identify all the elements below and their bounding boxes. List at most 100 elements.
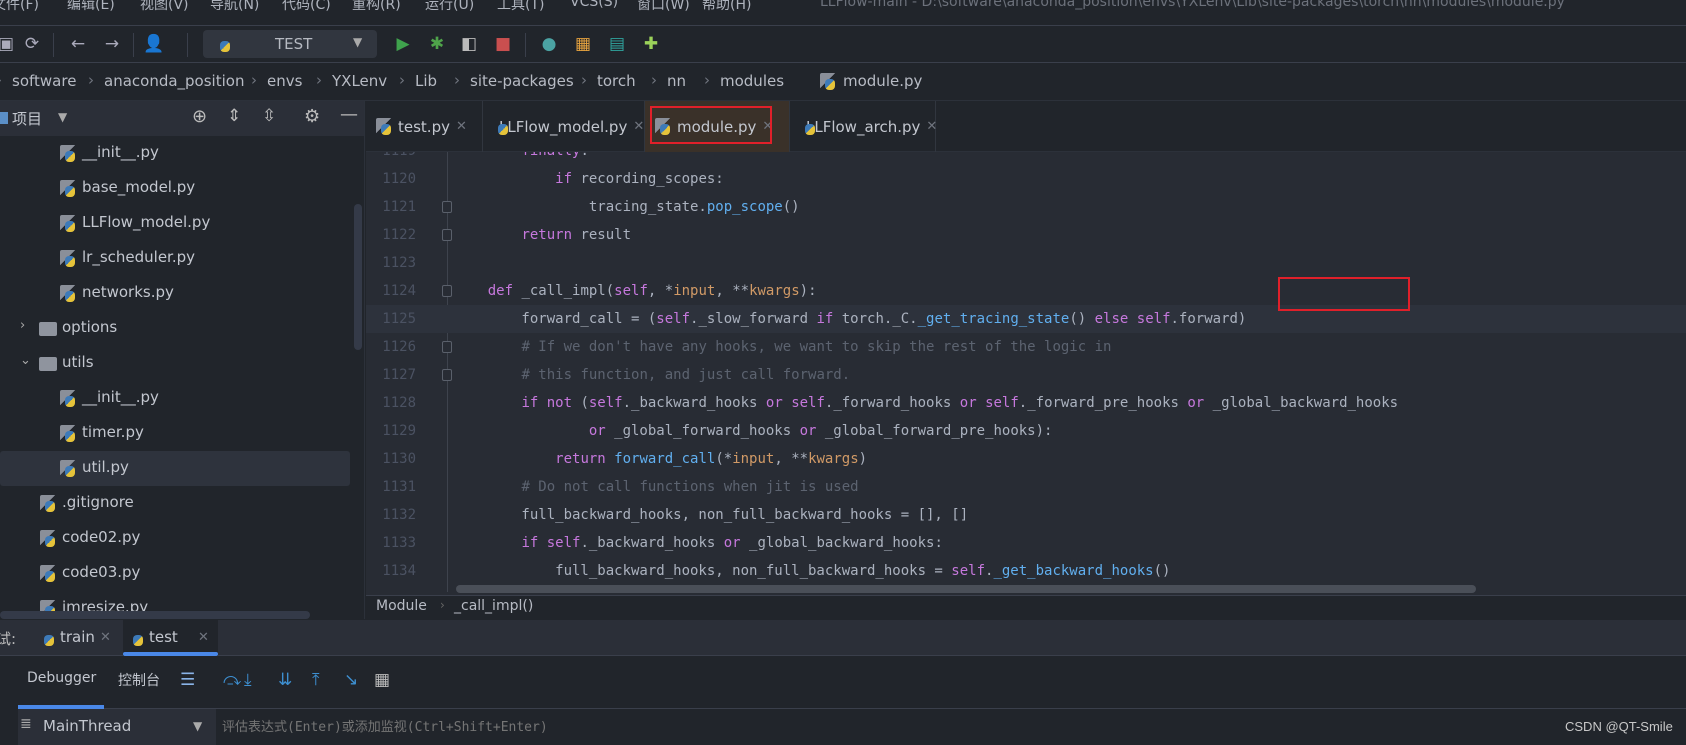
chevron-down-icon[interactable]: ▼ — [58, 110, 67, 124]
menu-item[interactable]: 帮助(H) — [702, 0, 751, 14]
fold-marker-icon[interactable] — [442, 369, 452, 381]
fold-marker-icon[interactable] — [442, 229, 452, 241]
tab-test-py[interactable]: test.py ✕ — [366, 101, 483, 152]
breadcrumb-item[interactable]: Lib — [415, 72, 437, 90]
chevron-right-icon[interactable]: › — [20, 318, 25, 333]
tree-item[interactable]: __init__.py — [0, 381, 350, 416]
code-breadcrumb-method[interactable]: _call_impl() — [454, 598, 533, 614]
code-text[interactable]: full_backward_hooks, non_full_backward_h… — [454, 501, 968, 529]
code-text[interactable]: forward_call = (self._slow_forward if to… — [454, 305, 1246, 333]
menu-item[interactable]: 代码(C) — [282, 0, 331, 14]
layout-icon[interactable]: ▦ — [571, 32, 595, 56]
thread-select[interactable]: ≣ MainThread ▼ — [18, 709, 216, 745]
line-number[interactable]: 1130 — [366, 445, 416, 473]
line-number[interactable]: 1123 — [366, 249, 416, 277]
line-number[interactable]: 1134 — [366, 557, 416, 585]
fold-marker-icon[interactable] — [442, 201, 452, 213]
tree-item[interactable]: timer.py — [0, 416, 350, 451]
show-execution-point-icon[interactable]: ⤼ — [223, 670, 241, 690]
tree-item[interactable]: util.py — [0, 451, 350, 486]
tab-console[interactable]: 控制台 — [118, 670, 160, 690]
tree-item[interactable]: __init__.py — [0, 136, 350, 171]
breadcrumb-item[interactable]: modules — [720, 72, 784, 90]
expand-all-icon[interactable]: ⇕ — [227, 106, 241, 126]
code-text[interactable]: # If we don't have any hooks, we want to… — [454, 333, 1111, 361]
minimize-icon[interactable]: — — [340, 104, 358, 125]
code-text[interactable]: return forward_call(*input, **kwargs) — [454, 445, 867, 473]
tree-item[interactable]: code03.py — [0, 556, 350, 591]
run-config-select[interactable]: TEST ▼ — [203, 30, 377, 58]
code-text[interactable]: finally: — [454, 152, 588, 165]
fold-marker-icon[interactable] — [442, 341, 452, 353]
breadcrumb-item[interactable]: torch — [597, 72, 636, 90]
code-text[interactable]: if not (self._backward_hooks or self._fo… — [454, 389, 1398, 417]
tree-item[interactable]: base_model.py — [0, 171, 350, 206]
menu-item[interactable]: 运行(U) — [425, 0, 474, 14]
line-number[interactable]: 1124 — [366, 277, 416, 305]
plugin-icon[interactable]: ✚ — [639, 32, 663, 56]
run-to-cursor-icon[interactable]: ↘ — [344, 670, 358, 690]
tree-item[interactable]: networks.py — [0, 276, 350, 311]
tab-llflow_arch-py[interactable]: LLFlow_arch.py ✕ — [790, 101, 937, 152]
tree-item[interactable]: › options — [0, 311, 350, 346]
jupyter-icon[interactable]: ▤ — [605, 32, 629, 56]
line-number[interactable]: 1126 — [366, 333, 416, 361]
sync-icon[interactable]: ⟳ — [20, 32, 44, 56]
code-text[interactable]: full_backward_hooks, non_full_backward_h… — [454, 557, 1170, 585]
line-number[interactable]: 1129 — [366, 417, 416, 445]
menu-item[interactable]: 工具(T) — [497, 0, 544, 14]
stop-icon[interactable]: ■ — [491, 32, 515, 56]
gear-icon[interactable]: ⚙ — [304, 106, 320, 127]
save-icon[interactable]: ▣ — [0, 32, 18, 56]
forward-icon[interactable]: → — [100, 32, 124, 56]
step-out-icon[interactable]: ⤒ — [312, 670, 320, 690]
run-icon[interactable]: ▶ — [391, 32, 415, 56]
debug-tab-train[interactable]: train ✕ — [34, 620, 124, 656]
line-number[interactable]: 1133 — [366, 529, 416, 557]
close-icon[interactable]: ✕ — [633, 119, 644, 134]
fold-marker-icon[interactable] — [442, 285, 452, 297]
code-text[interactable]: # Do not call functions when jit is used — [454, 473, 858, 501]
line-number[interactable]: 1122 — [366, 221, 416, 249]
close-icon[interactable]: ✕ — [456, 119, 467, 134]
code-text[interactable]: or _global_forward_hooks or _global_forw… — [454, 417, 1053, 445]
code-breadcrumb-class[interactable]: Module — [376, 598, 427, 614]
tree-item[interactable]: LLFlow_model.py — [0, 206, 350, 241]
breadcrumb-item[interactable]: module.py — [843, 72, 922, 90]
evaluate-expression-input[interactable] — [216, 709, 1516, 745]
profiler-icon[interactable]: ● — [537, 32, 561, 56]
chevron-down-icon[interactable]: ⌄ — [20, 353, 31, 368]
coverage-icon[interactable]: ◧ — [457, 32, 481, 56]
close-icon[interactable]: ✕ — [198, 630, 209, 645]
line-number[interactable]: 1132 — [366, 501, 416, 529]
menu-item[interactable]: 编辑(E) — [67, 0, 115, 14]
close-icon[interactable]: ✕ — [926, 119, 937, 134]
menu-item[interactable]: 文件(F) — [0, 0, 39, 14]
close-icon[interactable]: ✕ — [100, 630, 111, 645]
tree-item[interactable]: lr_scheduler.py — [0, 241, 350, 276]
step-over-icon[interactable]: ⤓ — [244, 670, 252, 690]
step-into-icon[interactable]: ⇊ — [278, 670, 292, 690]
breadcrumb-item[interactable]: site-packages — [470, 72, 574, 90]
tab-debugger[interactable]: Debugger — [27, 670, 96, 686]
code-text[interactable]: if self._backward_hooks or _global_backw… — [454, 529, 942, 557]
breadcrumb-item[interactable]: nn — [667, 72, 686, 90]
code-text[interactable]: if recording_scopes: — [454, 165, 724, 193]
line-number[interactable]: 1121 — [366, 193, 416, 221]
line-number[interactable]: 1120 — [366, 165, 416, 193]
tree-item[interactable]: code02.py — [0, 521, 350, 556]
line-number[interactable]: 1119 — [366, 152, 416, 165]
breadcrumb-item[interactable]: YXLenv — [332, 72, 387, 90]
tab-llflow_model-py[interactable]: LLFlow_model.py ✕ — [483, 101, 645, 152]
threads-icon[interactable]: ☰ — [180, 670, 195, 690]
menu-item[interactable]: 重构(R) — [352, 0, 401, 14]
breadcrumb-item[interactable]: anaconda_position — [104, 72, 244, 90]
menu-item[interactable]: 视图(V) — [140, 0, 189, 14]
back-icon[interactable]: ← — [66, 32, 90, 56]
editor-hscrollbar[interactable] — [456, 585, 1476, 593]
user-icon[interactable]: 👤 — [142, 32, 166, 56]
evaluate-icon[interactable]: ▦ — [374, 670, 390, 690]
sidebar-hscrollbar[interactable] — [0, 611, 310, 619]
code-text[interactable]: tracing_state.pop_scope() — [454, 193, 800, 221]
breadcrumb-item[interactable]: software — [12, 72, 76, 90]
